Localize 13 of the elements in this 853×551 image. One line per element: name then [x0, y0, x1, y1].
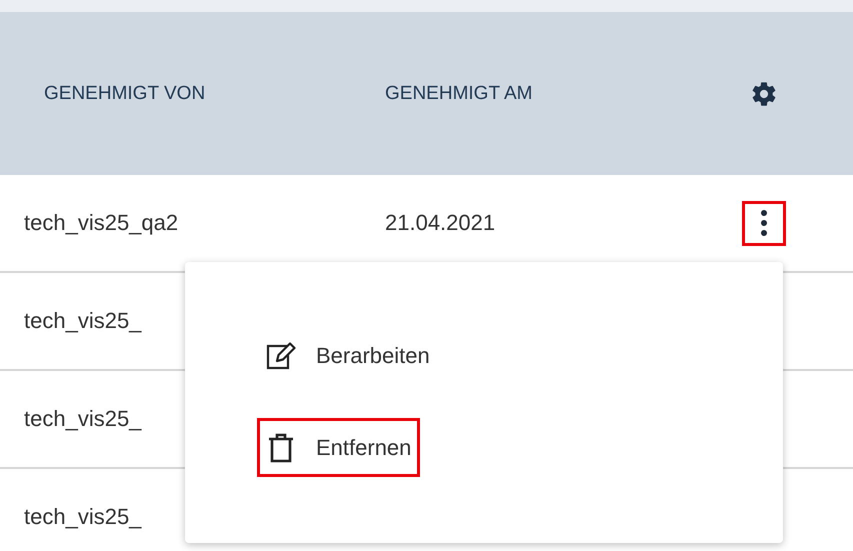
column-header: GENEHMIGT AM	[385, 82, 534, 104]
table-cell-text: tech_vis25_	[23, 504, 143, 530]
menu-item[interactable]: Berarbeiten	[257, 326, 439, 385]
pencil-icon	[266, 340, 296, 372]
menu-item[interactable]: Entfernen	[257, 418, 420, 477]
more-options-button[interactable]	[742, 200, 786, 246]
column-header: GENEHMIGT VON	[43, 82, 206, 104]
table-cell-text: tech_vis25_	[23, 308, 143, 334]
settings-icon[interactable]	[750, 80, 778, 108]
table-cell-text: tech_vis25_qa2	[23, 210, 180, 236]
table-cell-text: 21.04.2021	[385, 210, 496, 236]
trash-icon	[266, 432, 296, 464]
table-cell-text: tech_vis25_	[23, 406, 143, 432]
